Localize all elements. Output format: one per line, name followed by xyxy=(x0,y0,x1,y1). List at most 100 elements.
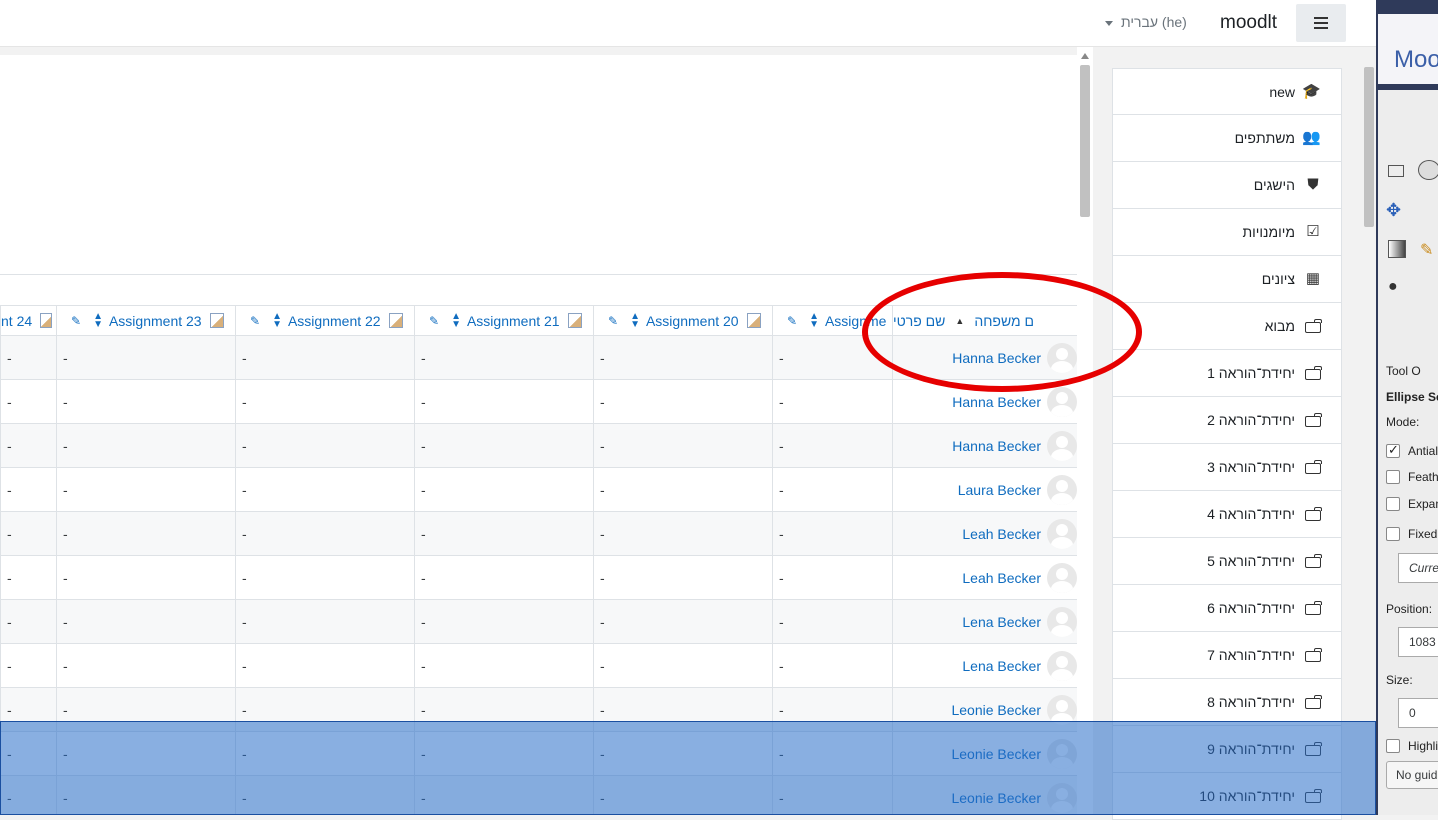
grade-cell[interactable]: - xyxy=(772,424,893,467)
avatar[interactable] xyxy=(1047,562,1077,593)
grade-cell[interactable]: - xyxy=(0,512,56,555)
drawer-item[interactable]: יחידת־הוראה 1 xyxy=(1112,350,1342,397)
avatar[interactable] xyxy=(1047,518,1077,549)
guides-select[interactable]: No guid xyxy=(1386,761,1438,789)
pencil-icon[interactable]: ✎ xyxy=(608,314,618,328)
grade-cell[interactable]: - xyxy=(772,688,893,731)
first-name-sort-link[interactable]: שם פרטי xyxy=(893,313,945,329)
grade-cell[interactable]: - xyxy=(56,468,235,511)
drawer-item[interactable]: יחידת־הוראה 8 xyxy=(1112,679,1342,726)
grade-cell[interactable]: - xyxy=(0,688,56,731)
grade-cell[interactable]: - xyxy=(593,424,772,467)
grade-cell[interactable]: - xyxy=(235,468,414,511)
grade-cell[interactable]: - xyxy=(0,776,56,815)
drawer-item[interactable]: 👥 משתתפים xyxy=(1112,115,1342,162)
gradient-tool-icon[interactable] xyxy=(1388,240,1406,258)
grade-cell[interactable]: - xyxy=(593,732,772,775)
drawer-item[interactable]: יחידת־הוראה 9 xyxy=(1112,726,1342,773)
avatar[interactable] xyxy=(1047,694,1077,725)
grade-cell[interactable]: - xyxy=(593,512,772,555)
grade-cell[interactable]: - xyxy=(772,380,893,423)
grade-cell[interactable]: - xyxy=(235,776,414,815)
user-profile-link[interactable]: Leonie Becker xyxy=(951,702,1041,718)
grade-cell[interactable]: - xyxy=(772,468,893,511)
grade-cell[interactable]: - xyxy=(56,336,235,379)
content-scrollbar[interactable] xyxy=(1077,47,1093,815)
grade-cell[interactable]: - xyxy=(414,468,593,511)
grade-cell[interactable]: - xyxy=(56,732,235,775)
grade-cell[interactable]: - xyxy=(235,512,414,555)
user-profile-link[interactable]: Leah Becker xyxy=(962,526,1041,542)
grade-cell[interactable]: - xyxy=(235,732,414,775)
column-header[interactable]: ✎ ▲ ▼ Assignme xyxy=(772,306,893,335)
column-header[interactable]: ✎ ▲ ▼ Assignment 22 xyxy=(235,306,414,335)
menu-toggle-button[interactable] xyxy=(1296,4,1346,42)
grade-cell[interactable]: - xyxy=(593,644,772,687)
grade-cell[interactable]: - xyxy=(772,512,893,555)
pencil-icon[interactable]: ✎ xyxy=(71,314,81,328)
grade-cell[interactable]: - xyxy=(0,732,56,775)
avatar[interactable] xyxy=(1047,430,1077,461)
grade-cell[interactable]: - xyxy=(0,468,56,511)
grade-cell[interactable]: - xyxy=(235,380,414,423)
grade-cell[interactable]: - xyxy=(0,380,56,423)
grade-cell[interactable]: - xyxy=(593,380,772,423)
grade-cell[interactable]: - xyxy=(56,644,235,687)
language-menu[interactable]: עברית (he) xyxy=(1105,14,1187,30)
grade-cell[interactable]: - xyxy=(414,512,593,555)
drawer-item[interactable]: מבוא xyxy=(1112,303,1342,350)
grade-cell[interactable]: - xyxy=(414,600,593,643)
grade-cell[interactable]: - xyxy=(414,424,593,467)
grade-cell[interactable]: - xyxy=(0,336,56,379)
grade-cell[interactable]: - xyxy=(235,336,414,379)
drawer-item[interactable]: יחידת־הוראה 2 xyxy=(1112,397,1342,444)
user-profile-link[interactable]: Lena Becker xyxy=(962,658,1041,674)
rect-select-tool-icon[interactable] xyxy=(1388,165,1404,177)
pencil-icon[interactable]: ✎ xyxy=(787,314,797,328)
sort-asc-icon[interactable]: ▲ xyxy=(955,316,964,326)
grade-cell[interactable]: - xyxy=(772,556,893,599)
grade-cell[interactable]: - xyxy=(772,644,893,687)
antialias-checkbox[interactable] xyxy=(1386,442,1400,458)
pencil-tool-icon[interactable]: ✎ xyxy=(1420,240,1438,260)
avatar[interactable] xyxy=(1047,342,1077,373)
grade-cell[interactable]: - xyxy=(0,644,56,687)
grade-cell[interactable]: - xyxy=(56,600,235,643)
drawer-item[interactable]: יחידת־הוראה 10 xyxy=(1112,773,1342,820)
grade-cell[interactable]: - xyxy=(235,424,414,467)
highlight-checkbox[interactable] xyxy=(1386,739,1400,753)
pencil-icon[interactable]: ✎ xyxy=(429,314,439,328)
avatar[interactable] xyxy=(1047,650,1077,681)
grade-cell[interactable]: - xyxy=(593,776,772,815)
drawer-item[interactable]: יחידת־הוראה 5 xyxy=(1112,538,1342,585)
grade-cell[interactable]: - xyxy=(772,776,893,815)
fixed-checkbox[interactable] xyxy=(1386,527,1400,541)
grade-cell[interactable]: - xyxy=(593,556,772,599)
column-header[interactable]: ✎ ▲ ▼ Assignment 23 xyxy=(56,306,235,335)
drawer-item[interactable]: ☑ מיומנויות xyxy=(1112,209,1342,256)
page-scrollbar-thumb[interactable] xyxy=(1364,67,1374,227)
grade-cell[interactable]: - xyxy=(56,512,235,555)
column-header-label[interactable]: Assignment 22 xyxy=(288,313,381,329)
drawer-item[interactable]: יחידת־הוראה 3 xyxy=(1112,444,1342,491)
grade-cell[interactable]: - xyxy=(56,688,235,731)
user-profile-link[interactable]: Hanna Becker xyxy=(952,394,1041,410)
sort-up-down-icon[interactable]: ▲ ▼ xyxy=(272,311,282,329)
scroll-up-arrow-icon[interactable] xyxy=(1081,53,1089,59)
brush-tool-icon[interactable]: ● xyxy=(1388,278,1408,298)
column-header[interactable]: ✎ ▲ ▼ Assignment 20 xyxy=(593,306,772,335)
grade-cell[interactable]: - xyxy=(414,732,593,775)
avatar[interactable] xyxy=(1047,386,1077,417)
grade-cell[interactable]: - xyxy=(235,556,414,599)
grade-cell[interactable]: - xyxy=(56,556,235,599)
grade-cell[interactable]: - xyxy=(414,688,593,731)
size-width-field[interactable]: 0 xyxy=(1398,698,1438,728)
grade-cell[interactable]: - xyxy=(593,468,772,511)
grade-cell[interactable]: - xyxy=(772,732,893,775)
grade-cell[interactable]: - xyxy=(414,776,593,815)
grade-cell[interactable]: - xyxy=(772,336,893,379)
avatar[interactable] xyxy=(1047,474,1077,505)
column-header-label[interactable]: Assignment 23 xyxy=(109,313,202,329)
user-profile-link[interactable]: Leonie Becker xyxy=(951,746,1041,762)
move-tool-icon[interactable]: ✥ xyxy=(1386,200,1406,220)
